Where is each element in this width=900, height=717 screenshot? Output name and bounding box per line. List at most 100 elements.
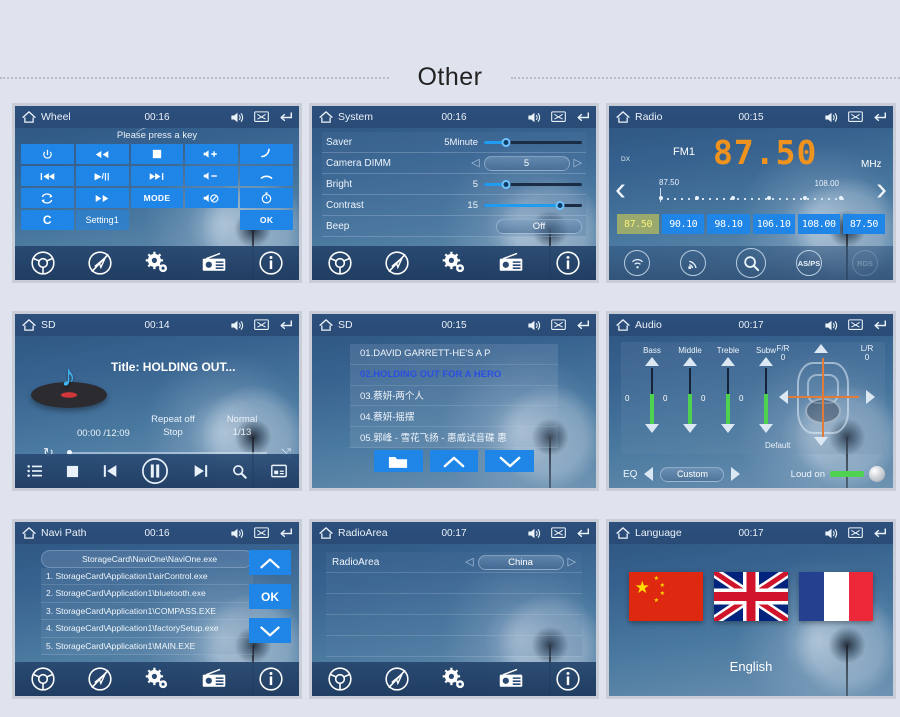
volume-icon[interactable] <box>824 111 839 124</box>
bright-slider[interactable] <box>484 178 582 190</box>
previous-key[interactable] <box>21 166 74 186</box>
preset-4[interactable]: 106.10 <box>752 214 795 234</box>
setting-row-camera-dimm[interactable]: Camera DIMM ◁ 5 ▷ <box>322 153 586 174</box>
band-up-icon[interactable] <box>721 357 735 366</box>
call-answer-key[interactable] <box>240 144 293 164</box>
ok-button[interactable]: OK <box>249 584 291 609</box>
stepper-left-icon[interactable]: ◁ <box>465 556 473 568</box>
play-pause-key[interactable]: ▶/|| <box>75 166 129 186</box>
stepper-right-icon[interactable]: ▷ <box>568 556 576 568</box>
back-return-icon[interactable] <box>575 111 590 124</box>
power-key[interactable] <box>21 144 74 164</box>
back-return-icon[interactable] <box>872 319 887 332</box>
list-item[interactable]: 4. StorageCard\Application1\factorySetup… <box>41 620 253 638</box>
home-icon[interactable] <box>615 318 631 332</box>
info-icon[interactable] <box>555 666 581 692</box>
eq-next-icon[interactable] <box>731 467 741 481</box>
setting-row-contrast[interactable]: Contrast 15 <box>322 195 586 216</box>
no-navigation-icon[interactable] <box>87 250 113 276</box>
list-item[interactable]: 05.郭峰 - 雪花飞扬 - 惠威试音碟 惠 <box>350 427 558 448</box>
list-item[interactable]: 01.DAVID GARRETT-HE'S A P <box>350 344 558 365</box>
balance-right-icon[interactable] <box>866 390 875 404</box>
list-item[interactable]: 2. StorageCard\Application1\bluetooth.ex… <box>41 585 253 603</box>
china-flag[interactable]: ★ ★ ★ ★ ★ <box>628 572 703 621</box>
settings-gear-icon[interactable] <box>441 250 467 276</box>
stepper-left-icon[interactable]: ◁ <box>471 157 479 169</box>
no-navigation-icon[interactable] <box>87 666 113 692</box>
screen-off-icon[interactable] <box>551 111 566 123</box>
rds-button[interactable]: RDS <box>852 250 878 276</box>
screen-off-icon[interactable] <box>551 319 566 331</box>
rewind-key[interactable] <box>75 144 129 164</box>
mode-key[interactable]: MODE <box>130 188 184 208</box>
list-item[interactable]: 02.HOLDING OUT FOR A HERO <box>350 365 558 386</box>
display-icon[interactable] <box>271 464 287 478</box>
home-icon[interactable] <box>318 526 334 540</box>
timer-key[interactable] <box>240 188 293 208</box>
search-icon[interactable] <box>232 464 247 479</box>
saver-slider[interactable] <box>484 136 582 148</box>
setting-row-bright[interactable]: Bright 5 <box>322 174 586 195</box>
eq-band-bass[interactable]: Bass 0 <box>625 346 669 433</box>
eq-prev-icon[interactable] <box>644 467 654 481</box>
beep-toggle[interactable]: Off <box>424 218 582 234</box>
next-icon[interactable] <box>193 464 208 478</box>
list-item[interactable]: 04.蔡妍-摇摆 <box>350 406 558 428</box>
scroll-up-button[interactable] <box>249 550 291 575</box>
home-icon[interactable] <box>21 318 37 332</box>
band-down-icon[interactable] <box>645 424 659 433</box>
loc-dx-icon[interactable] <box>624 250 650 276</box>
eq-band-treble[interactable]: Treble 0 <box>701 346 745 433</box>
camera-dimm-stepper[interactable]: ◁ 5 ▷ <box>424 155 582 171</box>
setting-row-saver[interactable]: Saver 5Minute <box>322 132 586 153</box>
tune-up-button[interactable]: › <box>876 172 887 205</box>
playlist-icon[interactable] <box>27 464 42 478</box>
steering-wheel-icon[interactable] <box>327 250 353 276</box>
band-down-icon[interactable] <box>683 424 697 433</box>
radio-icon[interactable] <box>498 666 524 692</box>
setting-row-radio-area[interactable]: RadioArea ◁ China ▷ <box>326 552 582 573</box>
loud-knob[interactable] <box>869 466 885 482</box>
steering-wheel-icon[interactable] <box>327 666 353 692</box>
list-item[interactable]: 5. StorageCard\Application1\MAIN.EXE <box>41 637 253 655</box>
volume-icon[interactable] <box>527 111 542 124</box>
screen-off-icon[interactable] <box>551 527 566 539</box>
back-return-icon[interactable] <box>575 527 590 540</box>
volume-down-key[interactable] <box>185 166 239 186</box>
preset-2[interactable]: 90.10 <box>662 214 705 234</box>
back-return-icon[interactable] <box>872 111 887 124</box>
clear-key[interactable]: C <box>21 210 74 230</box>
pause-icon[interactable] <box>141 457 169 485</box>
band-up-icon[interactable] <box>645 357 659 366</box>
settings-gear-icon[interactable] <box>144 666 170 692</box>
list-item[interactable]: 1. StorageCard\Application1\airControl.e… <box>41 567 253 585</box>
radio-icon[interactable] <box>498 250 524 276</box>
band-down-icon[interactable] <box>721 424 735 433</box>
home-icon[interactable] <box>615 110 631 124</box>
screen-off-icon[interactable] <box>848 527 863 539</box>
ok-key[interactable]: OK <box>240 210 293 230</box>
st-mono-icon[interactable] <box>680 250 706 276</box>
back-return-icon[interactable] <box>575 319 590 332</box>
previous-icon[interactable] <box>103 464 118 478</box>
back-return-icon[interactable] <box>872 527 887 540</box>
home-icon[interactable] <box>21 526 37 540</box>
volume-icon[interactable] <box>230 527 245 540</box>
search-icon[interactable] <box>736 248 766 278</box>
stepper-right-icon[interactable]: ▷ <box>574 157 582 169</box>
mute-key[interactable] <box>185 188 239 208</box>
frequency-scale[interactable]: 87.50 108.00 <box>657 178 845 204</box>
call-end-key[interactable] <box>240 166 293 186</box>
back-return-icon[interactable] <box>278 527 293 540</box>
band-up-icon[interactable] <box>683 357 697 366</box>
back-return-icon[interactable] <box>278 111 293 124</box>
preset-3[interactable]: 98.10 <box>707 214 750 234</box>
volume-up-key[interactable] <box>185 144 239 164</box>
setting-row-beep[interactable]: Beep Off <box>322 216 586 237</box>
default-label[interactable]: Default <box>765 441 790 450</box>
setting1-key[interactable]: Setting1 <box>75 210 129 230</box>
info-icon[interactable] <box>258 666 284 692</box>
fader-balance-control[interactable]: F/R 0 L/R 0 Default <box>763 344 883 452</box>
radio-area-stepper[interactable]: ◁ China ▷ <box>379 554 576 570</box>
fader-down-icon[interactable] <box>814 437 828 446</box>
